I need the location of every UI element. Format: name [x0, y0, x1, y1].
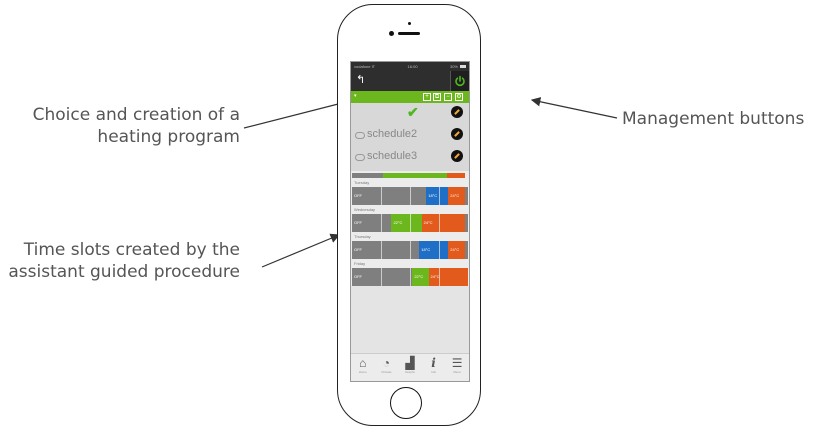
add-program-button[interactable]: + — [423, 93, 431, 101]
hour-gridline — [439, 268, 440, 286]
slot-comfort — [447, 173, 465, 178]
arrow-management — [530, 97, 618, 119]
nav-graphs[interactable]: ▟ Graphs — [399, 356, 421, 374]
program-toolbar: ▾ + ⧉ − ⚙ — [351, 91, 469, 103]
edit-program-button[interactable] — [451, 106, 463, 118]
battery-indicator: 30% — [450, 64, 466, 69]
program-item-schedule3[interactable]: schedule3 — [351, 147, 469, 169]
cloud-icon — [355, 132, 365, 139]
power-icon — [455, 75, 465, 87]
battery-icon — [460, 65, 466, 69]
pencil-icon — [454, 153, 460, 159]
pencil-icon — [454, 131, 460, 137]
hour-gridline — [439, 187, 440, 205]
copy-program-button[interactable]: ⧉ — [433, 93, 441, 101]
time-slot[interactable]: 18°C — [419, 241, 449, 259]
nav-label: Info — [431, 370, 437, 374]
day-label: Thursday — [354, 234, 371, 239]
hour-gridline — [410, 268, 411, 286]
arrow-program — [243, 99, 348, 129]
time-slot[interactable]: 24°C — [428, 268, 468, 286]
nav-home[interactable]: ⌂ Home — [352, 356, 374, 374]
hour-gridline — [410, 187, 411, 205]
day-timeline[interactable]: OFF 18°C 24°C — [352, 187, 468, 205]
time-slot[interactable]: 22°C — [412, 268, 429, 286]
bottom-navigation: ⌂ Home ◔ Climate ▟ Graphs i Info ☰ Menu — [351, 353, 469, 381]
info-icon: i — [431, 356, 436, 370]
day-label: Tuesday — [354, 180, 370, 185]
edit-program-button[interactable] — [451, 128, 463, 140]
nav-climate[interactable]: ◔ Climate — [375, 356, 397, 374]
hour-gridline — [381, 268, 382, 286]
day-timeline[interactable]: OFF 18°C 24°C — [352, 241, 468, 259]
day-timeline[interactable]: OFF 22°C 24°C — [352, 214, 468, 232]
status-bar: vodafone IT 16:00 30% — [351, 62, 469, 71]
dropdown-chevron-icon[interactable]: ▾ — [354, 93, 357, 99]
menu-icon: ☰ — [451, 356, 463, 370]
nav-label: Home — [358, 370, 367, 374]
callout-time-slots: Time slots created by the assistant guid… — [8, 240, 240, 282]
time-slot[interactable]: 24°C — [448, 241, 465, 259]
home-button[interactable] — [390, 387, 422, 419]
nav-label: Graphs — [405, 370, 415, 374]
settings-program-button[interactable]: ⚙ — [455, 93, 463, 101]
day-label: Friday — [354, 261, 366, 266]
program-name: schedule3 — [367, 150, 418, 162]
app-header: ↰ — [351, 71, 469, 91]
time-slot[interactable]: OFF — [352, 187, 427, 205]
thermostat-icon: ◔ — [382, 356, 391, 370]
hour-gridline — [381, 214, 382, 232]
hour-gridline — [410, 214, 411, 232]
time-slot[interactable]: OFF — [352, 268, 413, 286]
time-slot[interactable]: OFF — [352, 214, 392, 232]
time-slot[interactable]: 24°C — [448, 187, 465, 205]
nav-label: Menu — [453, 370, 461, 374]
time-slot[interactable]: 22°C — [391, 214, 422, 232]
program-dropdown: ✔ schedule2 schedule3 — [351, 103, 469, 171]
callout-program-choice: Choice and creation of a heating program — [32, 105, 240, 147]
time-slot[interactable]: 24°C — [421, 214, 465, 232]
pencil-icon — [454, 109, 460, 115]
remove-program-button[interactable]: − — [444, 93, 452, 101]
hour-gridline — [439, 241, 440, 259]
time-slot[interactable] — [464, 241, 468, 259]
edit-program-button[interactable] — [451, 150, 463, 162]
program-item-selected[interactable]: ✔ — [351, 103, 469, 125]
day-label: Wednesday — [354, 207, 376, 212]
phone-speaker — [398, 32, 420, 35]
arrow-slots — [261, 233, 341, 268]
day-timeline[interactable]: OFF 22°C 24°C — [352, 268, 468, 286]
home-icon: ⌂ — [359, 356, 367, 370]
program-item-schedule2[interactable]: schedule2 — [351, 125, 469, 147]
time-slot[interactable] — [464, 214, 468, 232]
slot-heat — [383, 173, 448, 178]
monday-bar-partial — [352, 173, 468, 178]
time-slot[interactable]: 18°C — [426, 187, 449, 205]
power-button[interactable] — [450, 71, 469, 91]
hour-gridline — [439, 214, 440, 232]
nav-menu[interactable]: ☰ Menu — [446, 356, 468, 374]
nav-label: Climate — [381, 370, 392, 374]
carrier-text: vodafone IT — [354, 64, 376, 69]
phone-camera — [389, 31, 394, 36]
phone-frame: vodafone IT 16:00 30% ↰ ▾ + ⧉ − ⚙ ✔ sche… — [337, 4, 481, 426]
chart-icon: ▟ — [405, 356, 415, 370]
phone-sensor — [408, 22, 411, 25]
hour-gridline — [381, 187, 382, 205]
time-slot[interactable] — [464, 187, 468, 205]
cloud-icon — [355, 154, 365, 161]
program-name: schedule2 — [367, 128, 418, 140]
app-screen: vodafone IT 16:00 30% ↰ ▾ + ⧉ − ⚙ ✔ sche… — [350, 61, 470, 382]
hour-gridline — [410, 241, 411, 259]
weekly-schedule: Tuesday OFF 18°C 24°C Wednesday OFF 22°C 24°C Th… — [351, 171, 469, 286]
nav-info[interactable]: i Info — [423, 356, 445, 374]
slot-off — [352, 173, 384, 178]
clock-text: 16:00 — [407, 64, 418, 69]
callout-management-buttons: Management buttons — [622, 109, 805, 129]
back-arrow-icon[interactable]: ↰ — [356, 75, 365, 86]
check-icon: ✔ — [407, 104, 419, 120]
hour-gridline — [381, 241, 382, 259]
